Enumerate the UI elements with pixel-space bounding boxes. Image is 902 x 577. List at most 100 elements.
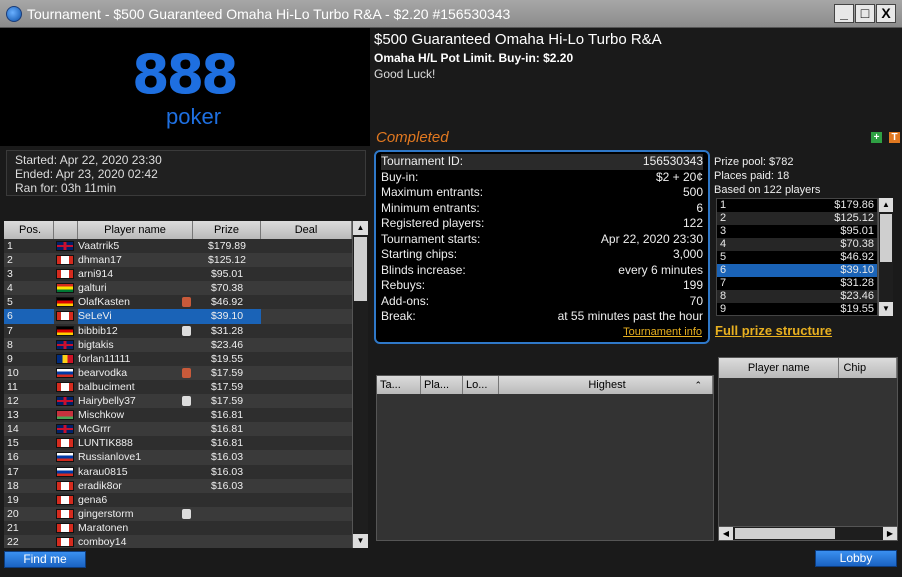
table-row[interactable]: 20 gingerstorm (4, 506, 352, 521)
chips-hscrollbar[interactable]: ◀ ▶ (719, 526, 897, 540)
table-row[interactable]: 7 bibbib12 $31.28 (4, 324, 352, 338)
table-row[interactable]: 17 karau0815 $16.03 (4, 465, 352, 479)
table-row[interactable]: 9 forlan11111 $19.55 (4, 352, 352, 366)
player-note-icon[interactable] (182, 297, 191, 308)
table-row[interactable]: 21 Maratonen (4, 521, 352, 535)
player-note-icon[interactable] (182, 396, 191, 407)
player-prize: $16.03 (210, 451, 244, 464)
column-header-highest[interactable]: Highest ⌃ (499, 376, 713, 394)
column-header-lowest[interactable]: Lo... (463, 376, 499, 394)
player-pos: 2 (7, 254, 13, 267)
table-row[interactable]: 8 bigtakis $23.46 (4, 337, 352, 352)
table-row[interactable]: 11 balbuciment $17.59 (4, 380, 352, 394)
prize-row[interactable]: 8 $23.46 (717, 290, 877, 303)
prize-place: 5 (720, 251, 727, 263)
table-row[interactable]: 1 Vaatrrik5 $179.89 (4, 239, 352, 253)
scroll-left-icon[interactable]: ◀ (719, 527, 733, 540)
column-header-prize[interactable]: Prize (193, 221, 261, 239)
player-pos: 13 (7, 409, 19, 422)
minimize-button[interactable]: _ (834, 4, 854, 23)
column-header-table[interactable]: Ta... (377, 376, 421, 394)
prize-row[interactable]: 3 $95.01 (717, 225, 877, 238)
player-name: OlafKasten (78, 296, 130, 309)
flag-cell (54, 281, 78, 295)
column-header-chip-player-name[interactable]: Player name (719, 358, 840, 378)
maximize-button[interactable]: □ (855, 4, 875, 23)
scroll-right-icon[interactable]: ▶ (883, 527, 897, 540)
country-flag-icon (56, 410, 74, 421)
table-row[interactable]: 13 Mischkow $16.81 (4, 408, 352, 422)
prize-row[interactable]: 7 $31.28 (717, 277, 877, 290)
flag-cell (54, 394, 78, 408)
table-row[interactable]: 2 dhman17 $125.12 (4, 253, 352, 268)
tournament-info-link[interactable]: Tournament info (623, 326, 702, 338)
table-row[interactable]: 14 McGrrr $16.81 (4, 422, 352, 437)
find-me-button[interactable]: Find me (4, 551, 86, 568)
scroll-down-icon[interactable]: ▼ (353, 534, 368, 548)
column-header-flag[interactable] (54, 221, 78, 239)
table-row[interactable]: 3 arni914 $95.01 (4, 267, 352, 281)
scroll-up-icon[interactable]: ▲ (353, 221, 368, 235)
player-name-cell: bearvodka (78, 366, 193, 380)
table-row[interactable]: 5 OlafKasten $46.92 (4, 295, 352, 309)
table-row[interactable]: 16 Russianlove1 $16.03 (4, 450, 352, 465)
prize-row[interactable]: 4 $70.38 (717, 238, 877, 251)
flag-cell (54, 479, 78, 493)
table-row[interactable]: 22 comboy14 (4, 534, 352, 548)
prize-place: 3 (720, 225, 727, 237)
prize-row[interactable]: 6 $39.10 (717, 264, 877, 277)
detail-row: Maximum entrants: 500 (381, 185, 703, 201)
table-row[interactable]: 19 gena6 (4, 493, 352, 507)
column-header-chips[interactable]: Chip (839, 358, 897, 378)
prize-amount: $95.01 (840, 225, 874, 237)
column-header-pos[interactable]: Pos. (4, 221, 54, 239)
prize-row[interactable]: 5 $46.92 (717, 251, 877, 264)
column-header-players[interactable]: Pla... (421, 376, 463, 394)
prize-row[interactable]: 1 $179.86 (717, 199, 877, 212)
prize-row[interactable]: 9 $19.55 (717, 303, 877, 315)
scroll-thumb[interactable] (735, 528, 835, 539)
full-prize-structure-link[interactable]: Full prize structure (715, 323, 832, 338)
prize-amount: $39.10 (840, 264, 874, 276)
player-note-icon[interactable] (182, 508, 191, 519)
column-header-player-name[interactable]: Player name (78, 221, 193, 239)
player-prize (193, 493, 261, 507)
player-name-cell: OlafKasten (78, 295, 193, 309)
t-icon[interactable]: T (889, 132, 900, 143)
prize-row[interactable]: 2 $125.12 (717, 212, 877, 225)
places-paid: Places paid: 18 (714, 170, 790, 182)
column-header-deal[interactable]: Deal (261, 221, 352, 239)
tournament-subtitle: Omaha H/L Pot Limit. Buy-in: $2.20 (374, 51, 574, 65)
scroll-down-icon[interactable]: ▼ (879, 302, 893, 316)
player-note-icon[interactable] (182, 367, 191, 378)
close-button[interactable]: X (876, 4, 896, 23)
logo-area: 888 poker (0, 28, 370, 146)
flag-cell (54, 422, 78, 436)
plus-icon[interactable]: + (871, 132, 882, 143)
table-row[interactable]: 4 galturi $70.38 (4, 281, 352, 296)
players-scrollbar[interactable]: ▲ ▼ (352, 221, 368, 548)
player-name-cell: Maratonen (78, 521, 193, 535)
flag-cell (54, 408, 78, 422)
table-row[interactable]: 15 LUNTIK888 $16.81 (4, 436, 352, 450)
table-row[interactable]: 18 eradik8or $16.03 (4, 478, 352, 493)
scroll-thumb[interactable] (354, 237, 367, 301)
prize-place: 7 (720, 277, 727, 289)
lobby-button[interactable]: Lobby (815, 550, 897, 567)
country-flag-icon (56, 508, 74, 519)
player-prize: $16.81 (210, 437, 244, 450)
table-row[interactable]: 10 bearvodka $17.59 (4, 365, 352, 380)
player-prize: $23.46 (210, 338, 244, 351)
player-pos: 15 (7, 437, 19, 450)
player-name: arni914 (78, 268, 114, 281)
player-prize: $16.03 (210, 465, 244, 478)
title-bar: Tournament - $500 Guaranteed Omaha Hi-Lo… (0, 0, 902, 28)
table-row[interactable]: 6 SeLeVi $39.10 (4, 309, 352, 324)
player-pos: 11 (7, 380, 18, 393)
scroll-thumb[interactable] (880, 214, 892, 262)
player-note-icon[interactable] (182, 325, 191, 336)
scroll-up-icon[interactable]: ▲ (879, 198, 893, 212)
table-row[interactable]: 12 Hairybelly37 $17.59 (4, 394, 352, 409)
player-pos: 5 (7, 296, 13, 309)
prize-scrollbar[interactable]: ▲ ▼ (878, 198, 893, 316)
